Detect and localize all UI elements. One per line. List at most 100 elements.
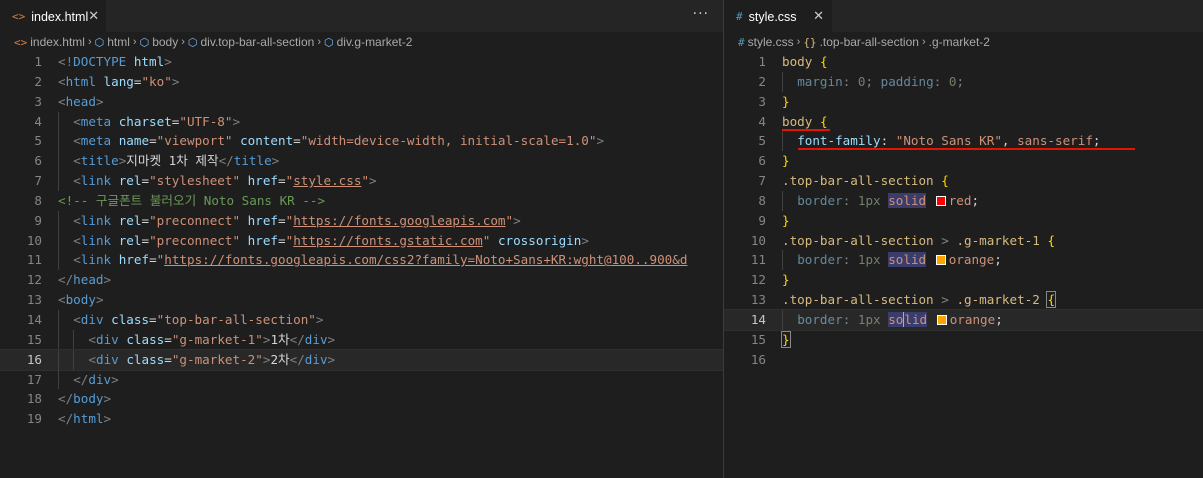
code-text: .top-bar-all-section > .g-market-1 { xyxy=(774,231,1055,251)
code-line[interactable]: 2 margin: 0; padding: 0; xyxy=(724,71,1203,92)
code-line[interactable]: 1 body { xyxy=(724,52,1203,72)
code-line[interactable]: 6 <title>지마켓 1차 제작</title> xyxy=(0,151,723,172)
code-line[interactable]: 17 </div> xyxy=(0,369,723,390)
code-line[interactable]: 18 </body> xyxy=(0,389,723,409)
code-line[interactable]: 8 <!-- 구글폰트 불러오기 Noto Sans KR --> xyxy=(0,191,723,211)
chevron-right-icon: › xyxy=(87,36,92,48)
code-token: 2차 xyxy=(270,351,290,367)
code-text: <div class="top-bar-all-section"> xyxy=(50,310,323,330)
close-icon[interactable]: ✕ xyxy=(813,9,824,24)
code-token: div xyxy=(95,331,119,347)
code-text: <div class="g-market-1">1차</div> xyxy=(50,330,335,350)
code-token: link xyxy=(80,232,112,248)
code-editor[interactable]: 1 <!DOCTYPE html> 2 <html lang="ko"> 3 <head>… xyxy=(0,52,723,429)
breadcrumb-item[interactable]: ⬡ div.g-market-2 xyxy=(324,35,412,49)
code-line[interactable]: 10 .top-bar-all-section > .g-market-1 { xyxy=(724,231,1203,251)
color-swatch[interactable] xyxy=(936,314,947,325)
code-line[interactable]: 11 border: 1px solid orange; xyxy=(724,250,1203,271)
breadcrumb: <> index.html › ⬡ html › ⬡ body › ⬡ div.top-bar-al… xyxy=(0,32,723,52)
code-text: } xyxy=(774,330,791,350)
code-line[interactable]: 13 <body> xyxy=(0,290,723,310)
code-line[interactable]: 12 </head> xyxy=(0,270,723,290)
code-token: html xyxy=(65,73,96,89)
code-line[interactable]: 15} xyxy=(724,330,1203,350)
breadcrumb-item[interactable]: <> index.html xyxy=(14,35,85,49)
code-line[interactable]: 7 .top-bar-all-section { xyxy=(724,171,1203,191)
breadcrumb-item[interactable]: ⬡ html xyxy=(95,35,130,49)
code-token: = xyxy=(293,133,301,149)
code-token: { xyxy=(1047,232,1056,248)
line-number: 1 xyxy=(34,54,42,69)
close-icon[interactable]: ✕ xyxy=(88,9,99,24)
code-token: </ xyxy=(218,153,234,169)
breadcrumb-item[interactable]: # style.css xyxy=(738,35,794,49)
code-token: https://fonts.googleapis.com xyxy=(293,212,506,228)
code-line[interactable]: 15 <div class="g-market-1">1차</div> xyxy=(0,329,723,350)
more-actions-icon[interactable]: ··· xyxy=(693,6,709,22)
line-number: 6 xyxy=(758,153,766,169)
code-token: border xyxy=(797,252,843,268)
code-token: title xyxy=(80,153,119,169)
breadcrumb-item[interactable]: ⬡ body xyxy=(140,35,179,49)
code-line[interactable]: 3 <head> xyxy=(0,92,723,112)
code-token: content xyxy=(240,133,294,149)
code-line[interactable]: 4 <meta charset="UTF-8"> xyxy=(0,111,723,132)
code-line[interactable]: 7 <link rel="stylesheet" href="style.css"… xyxy=(0,171,723,191)
code-token: red xyxy=(948,192,972,208)
code-line[interactable]: 12} xyxy=(724,270,1203,290)
code-line[interactable]: 13 .top-bar-all-section > .g-market-2 { xyxy=(724,290,1203,310)
breadcrumb-item[interactable]: ⬡ div.top-bar-all-section xyxy=(188,35,314,49)
color-swatch[interactable] xyxy=(935,195,946,206)
code-line[interactable]: 16 <div class="g-market-2">2차</div> xyxy=(0,348,723,371)
code-line[interactable]: 5 <meta name="viewport" content="width=de… xyxy=(0,131,723,152)
line-number: 6 xyxy=(34,153,42,169)
tab-index-html[interactable]: <> index.html ✕ xyxy=(0,0,106,32)
code-token: > xyxy=(103,272,112,288)
breadcrumb-label: .g-market-2 xyxy=(928,35,990,49)
code-line[interactable]: 10 <link rel="preconnect" href="https://f… xyxy=(0,230,723,251)
breadcrumb-item[interactable]: {} .top-bar-all-section xyxy=(803,35,919,49)
code-token: = xyxy=(278,232,286,248)
code-text: } xyxy=(774,151,790,171)
code-token: border xyxy=(797,311,843,327)
tab-bar: # style.css ✕ xyxy=(724,0,1203,32)
code-line[interactable]: 16 xyxy=(724,350,1203,370)
breadcrumb-item[interactable]: .g-market-2 xyxy=(929,35,990,49)
css-file-icon: # xyxy=(736,10,743,23)
code-token: ; xyxy=(971,192,980,208)
code-token: head xyxy=(65,93,96,109)
error-underline xyxy=(798,148,1135,151)
code-editor[interactable]: 1 body {2 margin: 0; padding: 0; 3} 4 body {5… xyxy=(724,52,1203,370)
code-line[interactable]: 19 </html> xyxy=(0,409,723,429)
code-token: href xyxy=(118,252,150,268)
indent-guide xyxy=(58,369,59,390)
code-token: solid xyxy=(888,192,927,208)
code-line[interactable]: 4 body { xyxy=(724,112,1203,132)
code-line[interactable]: 6} xyxy=(724,151,1203,171)
code-token: solid xyxy=(888,252,927,268)
code-line[interactable]: 11 <link href="https://fonts.googleapis.c… xyxy=(0,250,723,271)
color-swatch[interactable] xyxy=(935,255,946,266)
code-token: = xyxy=(164,351,172,367)
code-token: > xyxy=(103,391,112,407)
tab-style-css[interactable]: # style.css ✕ xyxy=(724,0,832,32)
code-line[interactable]: 2 <html lang="ko"> xyxy=(0,72,723,92)
code-line[interactable]: 5 font-family: "Noto Sans KR", sans-serif… xyxy=(724,131,1203,152)
line-number: 8 xyxy=(758,192,766,208)
code-token: < xyxy=(88,331,96,347)
code-token: > xyxy=(95,292,104,308)
code-line[interactable]: 1 <!DOCTYPE html> xyxy=(0,52,723,72)
code-text: <!-- 구글폰트 불러오기 Noto Sans KR --> xyxy=(50,191,325,211)
code-token: https://fonts.gstatic.com xyxy=(293,232,483,248)
code-line[interactable]: 8 border: 1px solid red; xyxy=(724,190,1203,211)
code-token: href xyxy=(247,173,278,189)
code-token: orange xyxy=(948,252,995,268)
code-line[interactable]: 14 <div class="top-bar-all-section"> xyxy=(0,309,723,330)
code-line[interactable]: 9 <link rel="preconnect" href="https://fo… xyxy=(0,210,723,231)
code-text: border: 1px solid red; xyxy=(774,191,979,211)
code-line[interactable]: 9} xyxy=(724,211,1203,231)
code-line[interactable]: 3} xyxy=(724,92,1203,112)
code-line[interactable]: 14 border: 1px solid orange; xyxy=(724,308,1203,331)
